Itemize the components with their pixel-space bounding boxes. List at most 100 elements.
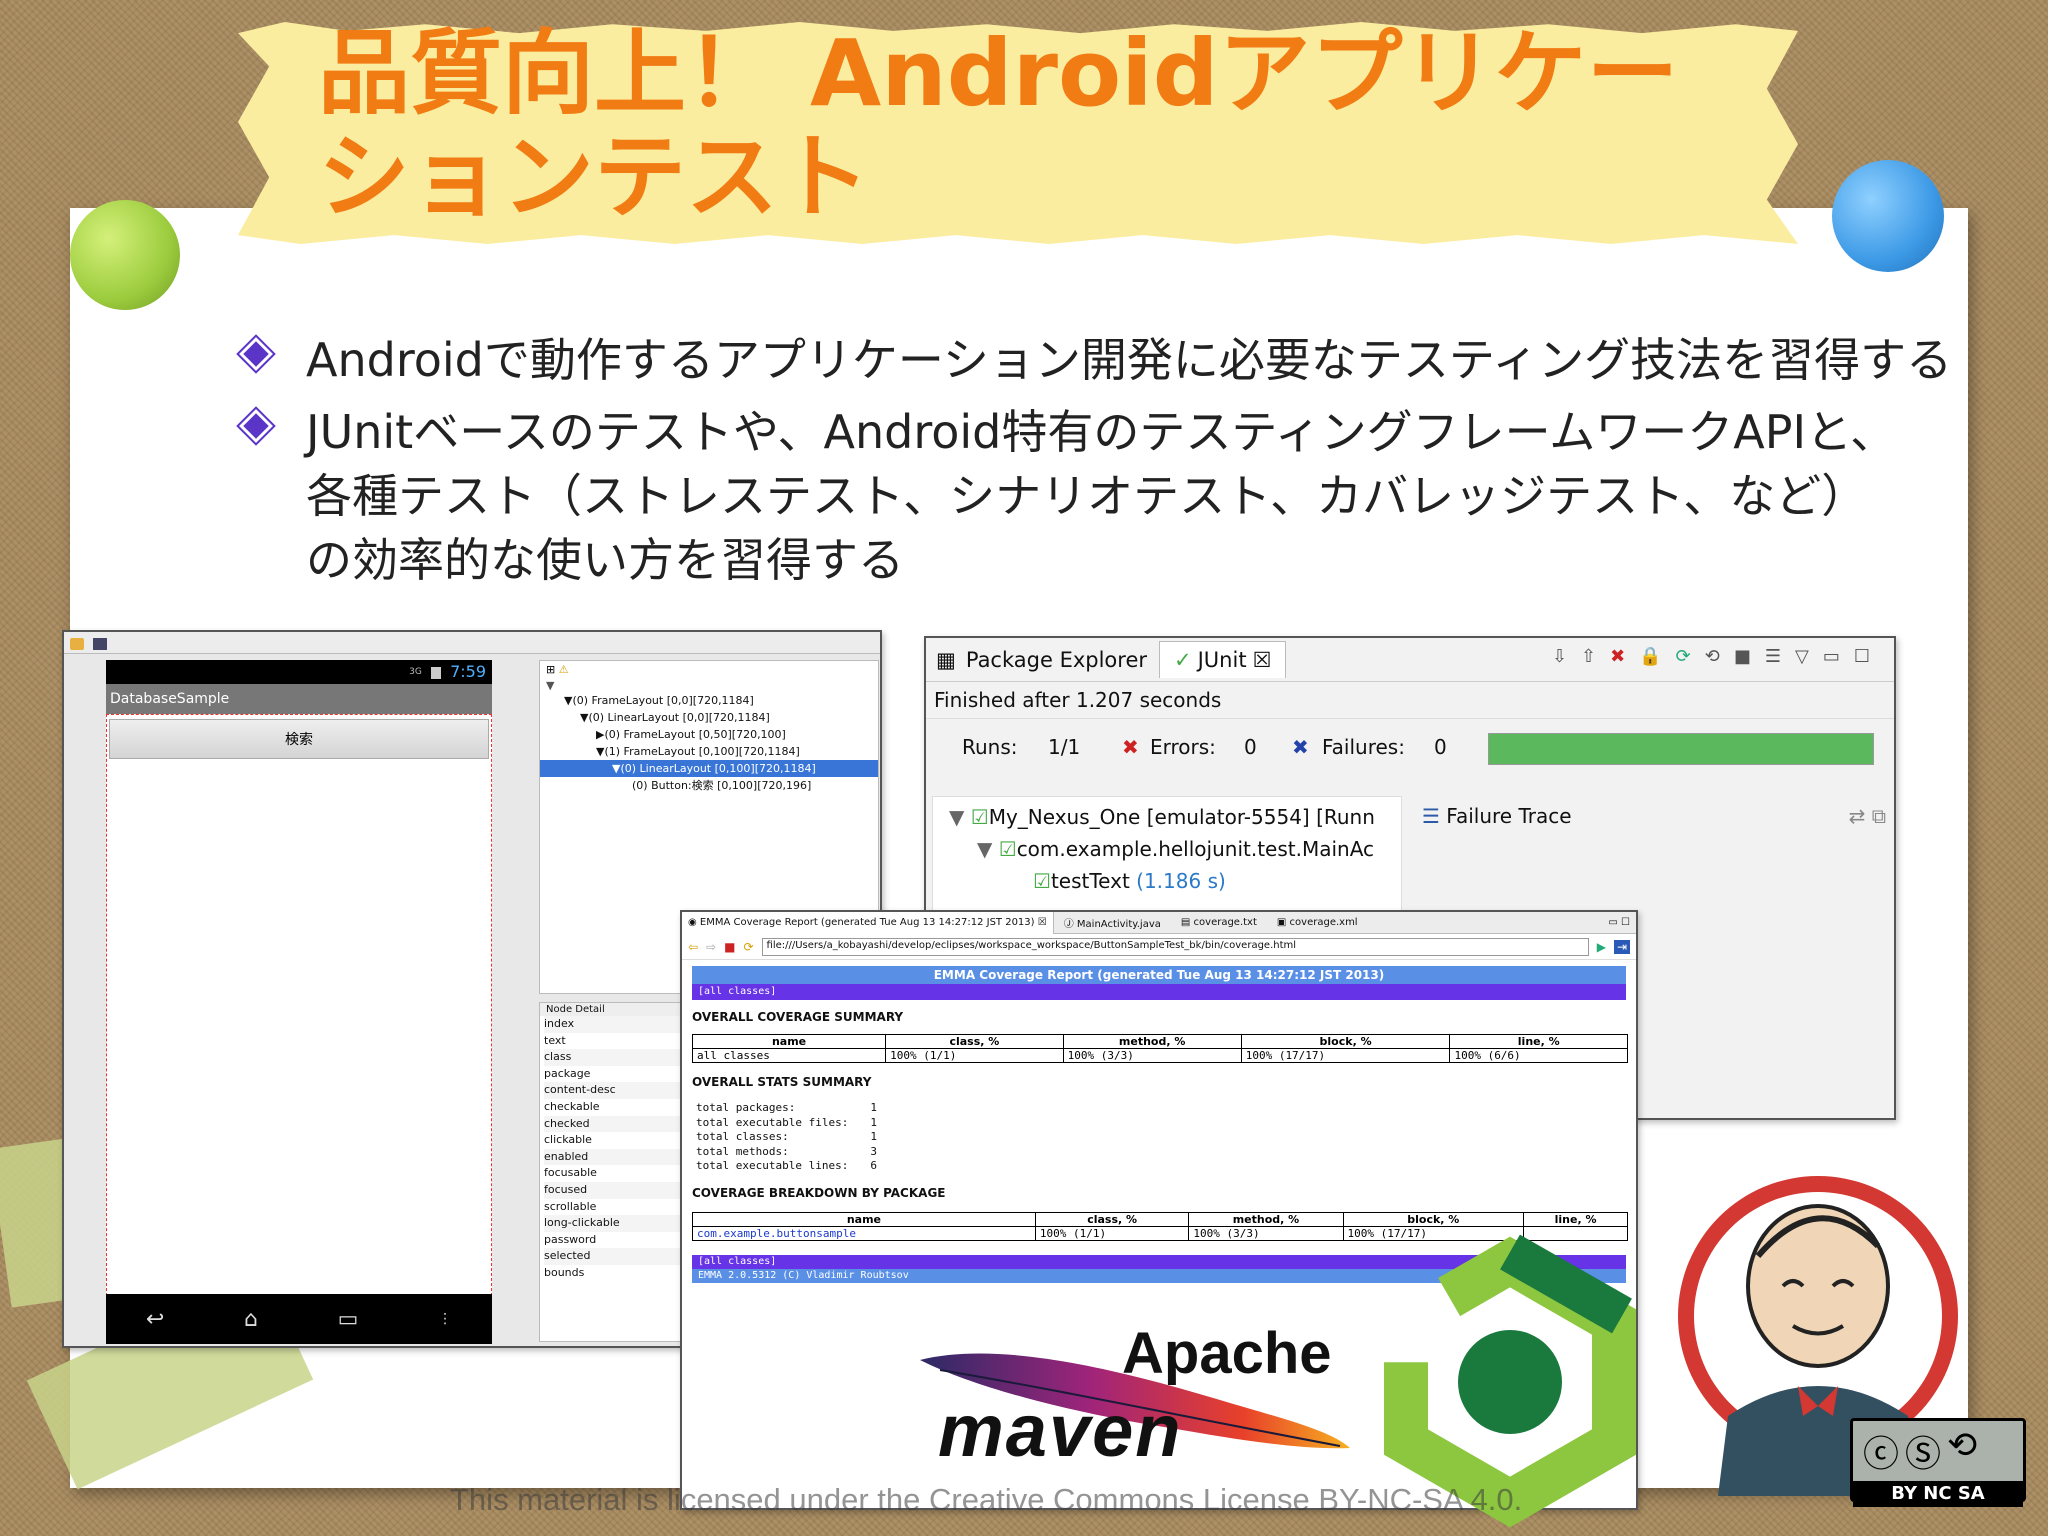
table-row: all classes 100% (1/1) 100% (3/3) 100% (17/… xyxy=(691,1048,1628,1063)
java-file-icon: Ⓙ xyxy=(1063,919,1074,930)
suite-icon: ☑ xyxy=(998,837,1017,861)
tab-package-explorer[interactable]: Package Explorer xyxy=(966,648,1147,672)
column-header: class, % xyxy=(885,1034,1064,1049)
column-header: block, % xyxy=(1342,1211,1525,1227)
column-header: line, % xyxy=(1449,1034,1628,1049)
stat-row: total executable lines: 6 xyxy=(696,1159,899,1174)
stats-title: OVERALL STATS SUMMARY xyxy=(692,1075,872,1089)
maven-logo-text: maven xyxy=(938,1389,1183,1472)
progress-track xyxy=(1488,733,1874,765)
app-title-bar: DatabaseSample xyxy=(106,684,492,714)
forward-arrow-icon[interactable]: ⇨ xyxy=(706,940,716,954)
search-button[interactable]: 検索 xyxy=(109,719,489,759)
xml-file-icon: ▣ xyxy=(1276,917,1287,928)
content-area: 検索 xyxy=(106,714,492,1296)
column-header: method, % xyxy=(1188,1211,1344,1227)
url-input[interactable]: file:///Users/a_kobayashi/develop/eclips… xyxy=(761,937,1589,956)
folder-icon[interactable] xyxy=(70,638,84,650)
back-arrow-icon[interactable]: ⇦ xyxy=(688,940,698,954)
tree-node[interactable]: ▼(0) FrameLayout [0,0][720,1184] xyxy=(540,692,878,709)
bullet-2: JUnitベースのテストや、Android特有のテスティングフレームワークAPI… xyxy=(236,400,1906,592)
tab-main-activity[interactable]: Ⓙ MainActivity.java xyxy=(1054,915,1171,930)
stat-row: total classes: 1 xyxy=(696,1130,899,1145)
all-classes-link[interactable]: [all classes] xyxy=(692,984,1626,1000)
stat-value: 6 xyxy=(870,1159,877,1172)
tree-node[interactable]: ▶(0) FrameLayout [0,50][720,100] xyxy=(540,726,878,743)
open-icon[interactable]: ⇥ xyxy=(1613,939,1630,954)
failure-icon: ✖ xyxy=(1292,735,1309,759)
view-tabs: ▦ Package Explorer ✓ JUnit ☒ ⇩⇧✖🔒⟳⟲■☰▽▭☐ xyxy=(926,638,1894,682)
tab-emma[interactable]: ◉ EMMA Coverage Report (generated Tue Au… xyxy=(682,912,1054,934)
license-text: This material is licensed under the Crea… xyxy=(450,1482,1523,1517)
stop-icon[interactable]: ■ xyxy=(724,940,735,954)
column-header: class, % xyxy=(1034,1211,1190,1227)
tree-node[interactable]: (0) Button:検索 [0,100][720,196] xyxy=(540,777,878,794)
summary-table: name class, % method, % block, % line, % all … xyxy=(691,1034,1628,1063)
stat-label: total classes: xyxy=(696,1130,789,1143)
tab-main-activity-label: MainActivity.java xyxy=(1076,919,1161,930)
report-title: EMMA Coverage Report (generated Tue Aug … xyxy=(692,966,1626,984)
device-icon[interactable] xyxy=(93,638,108,650)
show-failures-icon[interactable]: ✖ xyxy=(1610,646,1639,667)
battery-icon xyxy=(430,666,441,679)
cc-symbols: ⓒ Ⓢ ⟲ xyxy=(1853,1421,2023,1481)
go-icon[interactable]: ▶ xyxy=(1597,940,1606,954)
table-cell: 100% (17/17) xyxy=(1240,1048,1451,1063)
window-controls[interactable]: ▭ ☐ xyxy=(1608,917,1630,928)
scroll-lock-icon[interactable]: 🔒 xyxy=(1639,646,1675,667)
tab-junit-label: JUnit xyxy=(1197,648,1247,672)
tree-node[interactable]: ▼(1) FrameLayout [0,100][720,1184] xyxy=(540,743,878,760)
recents-icon[interactable]: ▭ xyxy=(338,1307,359,1332)
rerun-failed-icon[interactable]: ⟲ xyxy=(1705,646,1734,667)
stop-icon[interactable]: ■ xyxy=(1734,646,1765,667)
error-icon: ✖ xyxy=(1122,735,1139,759)
errors-label: Errors: xyxy=(1150,735,1216,759)
tree-node-selected[interactable]: ▼(0) LinearLayout [0,100][720,1184] xyxy=(540,760,878,777)
tree-test-label: testText xyxy=(1050,869,1130,893)
view-menu-icon[interactable]: ▽ xyxy=(1795,646,1823,667)
stat-value: 1 xyxy=(870,1115,877,1129)
expand-icon[interactable]: ⊞ xyxy=(546,663,555,676)
failures-label: Failures: xyxy=(1322,735,1405,759)
maximize-icon[interactable]: ☐ xyxy=(1854,646,1884,667)
tab-coverage-xml[interactable]: ▣ coverage.xml xyxy=(1267,917,1368,928)
tree-class[interactable]: ▼ ☑com.example.hellojunit.test.MainAc xyxy=(933,833,1401,865)
menu-icon[interactable]: ⋮ xyxy=(438,1311,452,1327)
tab-junit[interactable]: ✓ JUnit ☒ xyxy=(1159,641,1287,678)
tree-node[interactable]: ▼(0) LinearLayout [0,0][720,1184] xyxy=(540,709,878,726)
compare-icon[interactable]: ⇄ ⧉ xyxy=(1849,804,1886,828)
tree-test[interactable]: ☑testText (1.186 s) xyxy=(933,865,1401,897)
table-cell: 100% (3/3) xyxy=(1188,1225,1344,1241)
rerun-icon[interactable]: ⟳ xyxy=(1676,646,1705,667)
tab-coverage-txt[interactable]: ▤ coverage.txt xyxy=(1171,917,1267,928)
nc-icon: Ⓢ xyxy=(1905,1434,1942,1475)
stats-table: total packages: 1 total executable files: 1… xyxy=(696,1101,899,1174)
column-header: method, % xyxy=(1062,1034,1242,1049)
history-icon[interactable]: ☰ xyxy=(1765,646,1795,667)
table-cell: 100% (1/1) xyxy=(885,1048,1064,1063)
table-cell[interactable]: com.example.buttonsample xyxy=(692,1225,1036,1241)
tree-device-label: My_Nexus_One [emulator-5554] [Runn xyxy=(988,805,1375,829)
home-icon[interactable]: ⌂ xyxy=(244,1307,258,1332)
refresh-icon[interactable]: ⟳ xyxy=(743,940,753,954)
stat-label: total executable files: xyxy=(696,1115,849,1129)
network-label: 3G xyxy=(409,667,422,677)
minimize-icon[interactable]: ▭ xyxy=(1823,646,1854,667)
prev-failure-icon[interactable]: ⇧ xyxy=(1581,646,1610,667)
bullet-1: Androidで動作するアプリケーション開発に必要なテスティング技法を習得する xyxy=(236,328,1966,392)
next-failure-icon[interactable]: ⇩ xyxy=(1552,646,1581,667)
back-icon[interactable]: ↩ xyxy=(146,1307,164,1332)
tree-device[interactable]: ▼ ☑My_Nexus_One [emulator-5554] [Runn xyxy=(933,801,1401,833)
stat-value: 1 xyxy=(870,1130,877,1143)
bullet-text: JUnitベースのテストや、Android特有のテスティングフレームワークAPI… xyxy=(306,405,1897,587)
runs-value: 1/1 xyxy=(1048,735,1081,759)
expand-arrow-icon: ▼ xyxy=(949,805,965,829)
counters-row: Runs: 1/1 ✖ Errors: 0 ✖ Failures: 0 xyxy=(926,719,1894,779)
close-icon[interactable]: ☒ xyxy=(1253,648,1272,672)
stat-label: total executable lines: xyxy=(696,1159,849,1172)
stat-value: 1 xyxy=(870,1101,877,1114)
breakdown-title: COVERAGE BREAKDOWN BY PACKAGE xyxy=(692,1185,946,1200)
toolbar xyxy=(64,632,880,654)
column-header: block, % xyxy=(1240,1034,1451,1049)
test-time: (1.186 s) xyxy=(1136,869,1226,893)
